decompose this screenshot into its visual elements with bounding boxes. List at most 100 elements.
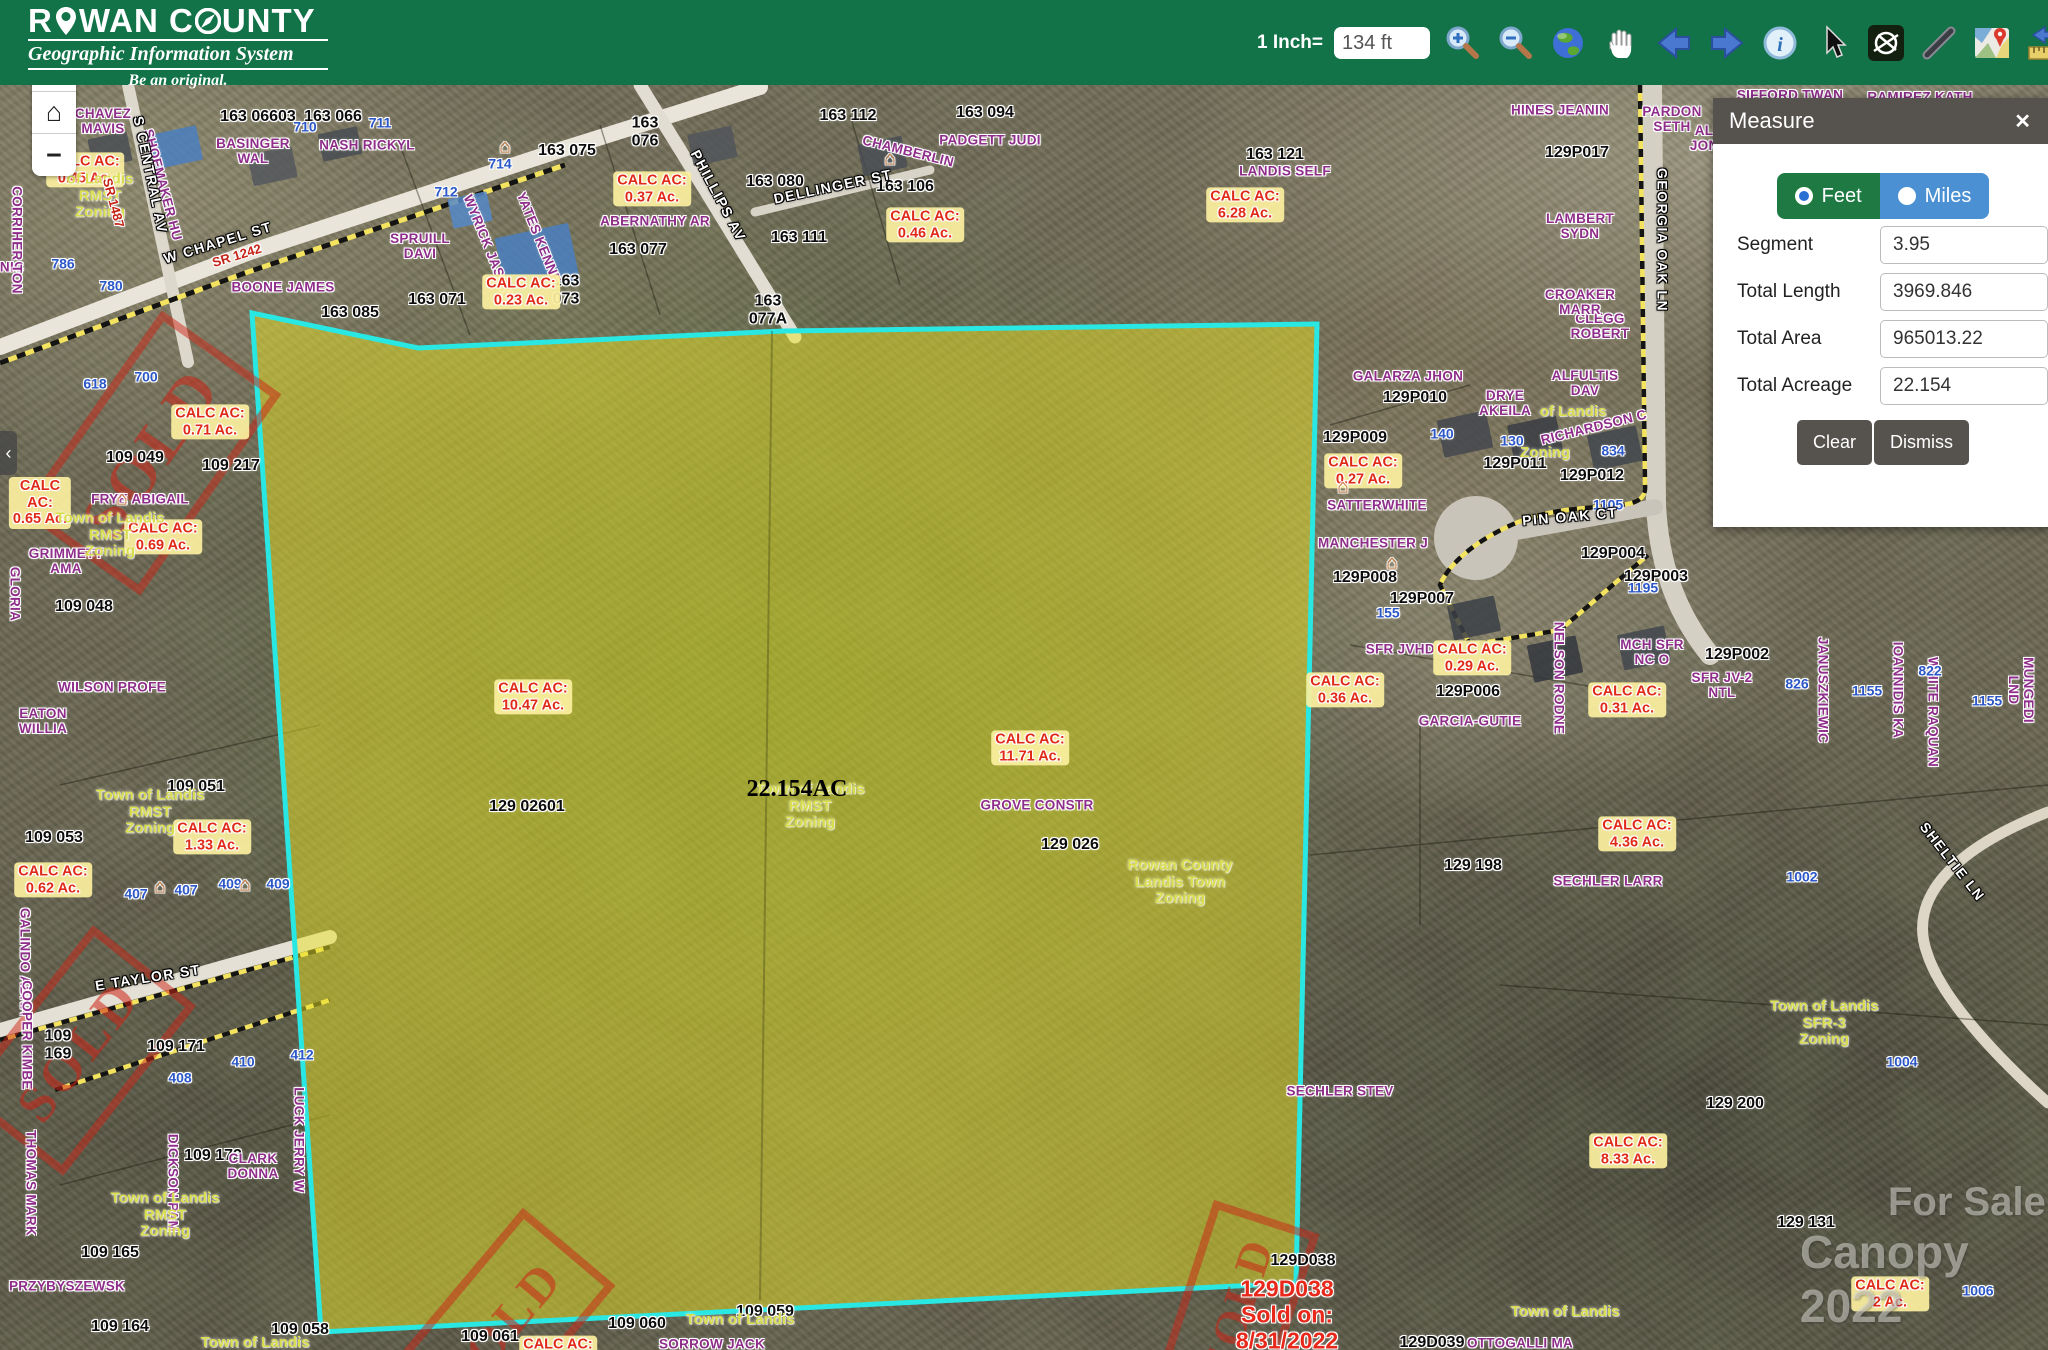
scale-input[interactable] <box>1334 27 1430 59</box>
map-label-owner-name: CROAKER MARR <box>1545 288 1615 318</box>
zoom-in-tool-button[interactable] <box>1441 22 1483 64</box>
map-label-calc-acreage: CALC AC: 11.71 Ac. <box>991 730 1069 765</box>
app-header: RWAN CUNTY Geographic Information System… <box>0 0 2048 85</box>
ruler-arrow-icon <box>2025 23 2048 63</box>
map-label-owner-name: PADGETT JUDI <box>939 134 1041 149</box>
map-label-zoning: Rowan County Landis Town Zoning <box>1128 857 1233 907</box>
clear-button[interactable]: Clear <box>1797 420 1872 465</box>
map-label-calc-acreage: CALC AC: 0.29 Ac. <box>1433 640 1511 675</box>
map-label-owner-name: CLARK DONNA <box>228 1152 279 1182</box>
map-label-parcel-id: 163 071 <box>408 291 466 309</box>
sidebar-collapse-tab[interactable]: ‹ <box>0 431 17 475</box>
map-label-parcel-id: 129P017 <box>1545 144 1609 162</box>
map-label-house-number: 409 <box>266 876 289 891</box>
select-tool-button[interactable] <box>1812 22 1854 64</box>
home-extent-button[interactable]: ⌂ <box>32 92 76 134</box>
watermark-line1: For Sale <box>1888 1180 2046 1225</box>
dismiss-button[interactable]: Dismiss <box>1874 420 1969 465</box>
map-label-owner-name: BOONE JAMES <box>231 281 334 296</box>
map-label-parcel-id: 109 048 <box>55 598 113 616</box>
map-label-parcel-id: 163 077 <box>609 241 667 259</box>
map-label-house-number: 826 <box>1785 676 1808 691</box>
home-poi-icon: ⌂ <box>499 138 510 159</box>
miles-radio-icon <box>1898 187 1916 205</box>
map-label-owner-name: CORRIHER TON <box>9 186 24 294</box>
map-label-owner-name: CHAVEZ MAVIS <box>75 107 131 137</box>
unit-feet-option[interactable]: Feet <box>1777 173 1880 219</box>
map-label-parcel-id: 109 060 <box>608 1315 666 1333</box>
gis-application-window: 163163 06603163 066163 075163 076163 112… <box>0 0 2048 1350</box>
map-label-owner-name: NASH RICKYL <box>319 139 415 154</box>
unit-toggle: Feet Miles <box>1713 173 2048 219</box>
map-label-parcel-id: 129P002 <box>1705 646 1769 664</box>
map-label-calc-acreage: CALC AC: 0.23 Ac. <box>482 274 560 309</box>
cursor-arrow-icon <box>1813 23 1853 63</box>
measure-panel: Measure ✕ Feet Miles Segment Total Lengt… <box>1713 98 2048 527</box>
logo-divider-top <box>28 39 328 41</box>
map-label-house-number: 710 <box>293 119 316 134</box>
close-icon[interactable]: ✕ <box>2008 108 2037 135</box>
map-label-parcel-id: 163 085 <box>321 304 379 322</box>
map-label-house-number: 1002 <box>1786 869 1817 884</box>
total-acreage-value-field[interactable] <box>1880 367 2048 405</box>
measure-row-total-area: Total Area <box>1737 317 2048 360</box>
map-label-parcel-id: 109 164 <box>91 1318 149 1336</box>
measure-panel-title: Measure <box>1729 108 1815 134</box>
measure-row-total-length: Total Length <box>1737 270 2048 313</box>
map-label-calc-acreage: CALC AC: 4.36 Ac. <box>1598 816 1676 851</box>
segment-label: Segment <box>1737 234 1880 256</box>
scale-ruler-tool-button[interactable] <box>2024 22 2048 64</box>
map-label-parcel-id: 109 053 <box>25 829 83 847</box>
map-label-owner-name: GALARZA JHON <box>1353 370 1463 385</box>
forward-tool-button[interactable] <box>1706 22 1748 64</box>
total-length-value-field[interactable] <box>1880 273 2048 311</box>
compass-identify-tool-button[interactable] <box>1865 22 1907 64</box>
map-label-owner-name: BASINGER WAL <box>216 137 290 167</box>
zoom-out-magnifier-icon <box>1495 23 1535 63</box>
full-extent-tool-button[interactable] <box>1547 22 1589 64</box>
map-label-owner-name: WILSON PROFE <box>58 681 166 696</box>
map-label-street-name: GEORGIA OAK LN <box>1654 168 1669 312</box>
map-label-calc-acreage: CALC AC: 0.31 Ac. <box>1588 682 1666 717</box>
pan-tool-button[interactable] <box>1600 22 1642 64</box>
home-poi-icon: ⌂ <box>154 878 165 899</box>
map-label-house-number: 618 <box>83 376 106 391</box>
map-label-parcel-id: 129D038 <box>1271 1252 1336 1270</box>
zoom-out-button[interactable]: − <box>32 134 76 176</box>
map-label-owner-name: SORROW JACK <box>659 1338 765 1350</box>
map-label-house-number: 1195 <box>1628 580 1658 595</box>
draw-line-tool-button[interactable] <box>1918 22 1960 64</box>
map-label-house-number: 711 <box>369 115 392 130</box>
map-label-parcel-id: 109 049 <box>106 449 164 467</box>
map-label-owner-name: EATON WILLIA <box>19 707 67 737</box>
map-label-parcel-id: 129 026 <box>1041 836 1099 854</box>
zoom-out-tool-button[interactable] <box>1494 22 1536 64</box>
map-label-zoning: Town of Landis <box>201 1335 310 1350</box>
map-label-zoning: Town of Landis <box>686 1312 795 1329</box>
map-label-owner-name: LUCK JERRY W <box>291 1087 306 1193</box>
unit-miles-option[interactable]: Miles <box>1880 173 1990 219</box>
identify-tool-button[interactable]: i <box>1759 22 1801 64</box>
map-label-sold-date: 129D038 Sold on: 8/31/2022 <box>1236 1276 1338 1350</box>
map-label-owner-name: ABERNATHY AR <box>600 215 710 230</box>
segment-value-field[interactable] <box>1880 226 2048 264</box>
map-label-zoning: Town of Landis SFR-3 Zoning <box>1770 998 1879 1048</box>
total-area-value-field[interactable] <box>1880 320 2048 358</box>
back-tool-button[interactable] <box>1653 22 1695 64</box>
home-poi-icon: ⌂ <box>239 876 250 897</box>
map-label-owner-name: THOMAS MARK <box>23 1130 38 1236</box>
google-maps-tool-button[interactable] <box>1971 22 2013 64</box>
watermark-line2: Canopy 2022 <box>1800 1225 2048 1333</box>
rowan-county-logo: RWAN CUNTY Geographic Information System… <box>28 4 328 90</box>
map-label-house-number: 407 <box>174 882 197 897</box>
map-label-house-number: 140 <box>1430 426 1453 441</box>
map-label-calc-acreage: CALC AC: 0.36 Ac. <box>1306 672 1384 707</box>
logo-text-r: R <box>28 4 53 37</box>
map-label-owner-name: MUNGEDI LND <box>2005 657 2035 723</box>
logo-divider-bottom <box>28 68 328 70</box>
map-label-house-number: 155 <box>1376 605 1399 620</box>
logo-tagline: Be an original. <box>28 72 328 90</box>
map-label-parcel-id: 163 094 <box>956 104 1014 122</box>
map-label-parcel-id: 163 121 <box>1246 146 1304 164</box>
map-label-zoning: of Landis <box>1540 404 1607 421</box>
